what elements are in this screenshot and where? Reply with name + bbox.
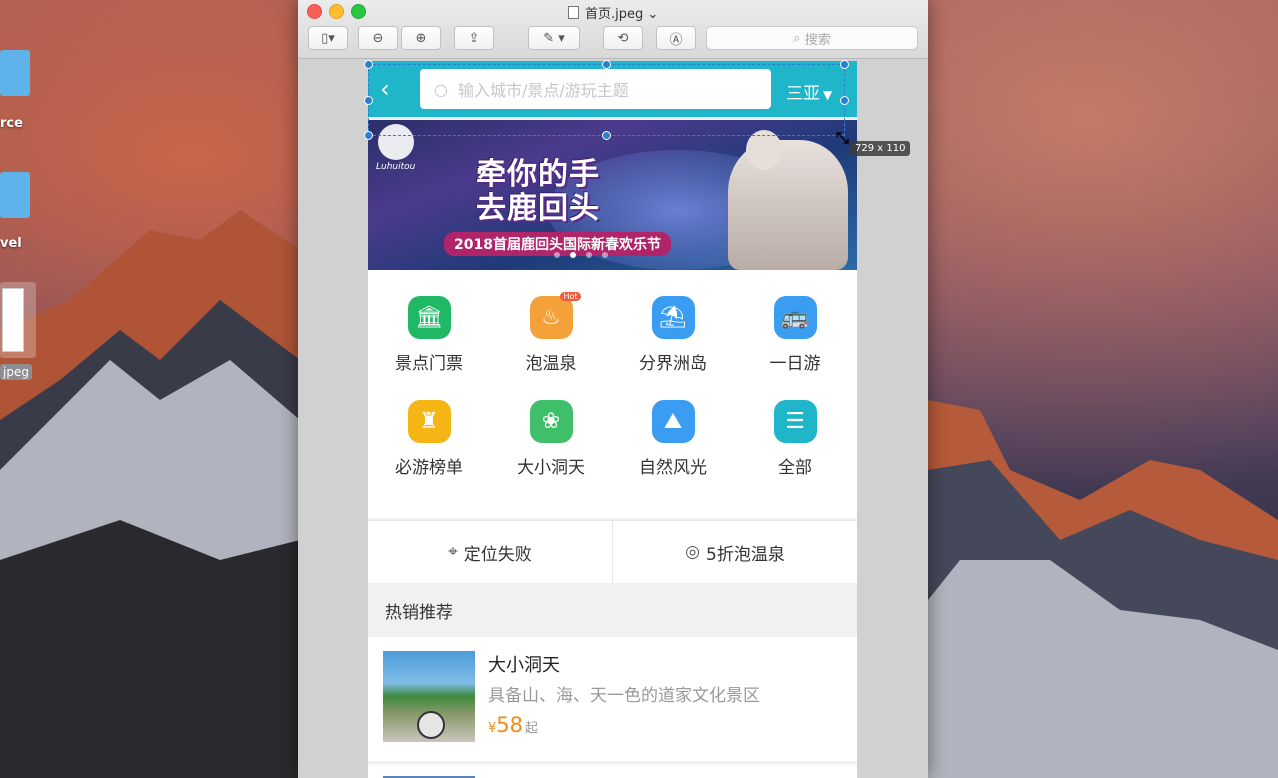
menu-icon: ☰: [773, 400, 817, 443]
location-pin-icon: ⌖: [448, 542, 458, 562]
search-icon: ○: [434, 79, 448, 99]
location-button[interactable]: ⌖ 定位失败: [368, 521, 612, 583]
brand-logo-text: Luhuitou: [376, 162, 416, 172]
chevron-down-icon: ⌄: [647, 7, 659, 22]
image-file-icon[interactable]: [0, 282, 36, 358]
window-search-placeholder: 搜索: [804, 32, 831, 48]
category-label: 自然风光: [639, 458, 707, 478]
resize-cursor-icon: ⤡: [836, 128, 849, 147]
category-label: 分界洲岛: [639, 354, 707, 374]
price-suffix: 起: [525, 721, 539, 736]
close-button[interactable]: [307, 4, 322, 19]
image-canvas: ‹ ○ 输入城市/景点/游玩主题 三亚 ▼ Luhuitou 牵你的手 去鹿回头 2…: [298, 59, 928, 778]
category-must-visit[interactable]: ♜ 必游榜单: [368, 400, 490, 478]
titlebar: 首页.jpeg ⌄ ▯▾ ⊖ ⊕ ⇪ ✎ ▾ ⟲ Ⓐ ⌕ 搜索: [298, 0, 928, 59]
folder-icon[interactable]: [0, 172, 30, 218]
section-title: 热销推荐: [385, 603, 453, 623]
hot-badge: Hot: [560, 292, 581, 301]
minimize-button[interactable]: [329, 4, 344, 19]
markup-pen-button[interactable]: ✎ ▾: [528, 26, 580, 50]
pen-icon: ✎ ▾: [543, 30, 565, 46]
carousel-dot[interactable]: [570, 252, 576, 258]
promo-label: 5折泡温泉: [706, 544, 785, 565]
category-island[interactable]: ⛱ 分界洲岛: [612, 296, 734, 374]
carousel-dot[interactable]: [586, 252, 592, 258]
museum-icon: 🏛: [407, 296, 451, 339]
share-button[interactable]: ⇪: [454, 26, 494, 50]
zoom-button[interactable]: [351, 4, 366, 19]
desktop-label: rce: [0, 116, 23, 131]
category-label: 景点门票: [395, 354, 463, 374]
banner-title: 牵你的手 去鹿回头: [476, 158, 600, 226]
app-search-input[interactable]: ○ 输入城市/景点/游玩主题: [420, 69, 771, 109]
category-label: 一日游: [769, 354, 821, 374]
statue-graphic: [728, 140, 848, 270]
list-item[interactable]: [368, 763, 857, 778]
app-search-placeholder: 输入城市/景点/游玩主题: [457, 81, 629, 100]
category-hot-spring[interactable]: ♨ Hot 泡温泉: [490, 292, 612, 374]
city-selector[interactable]: 三亚 ▼: [786, 79, 832, 104]
item-name: 大小洞天: [488, 655, 560, 676]
window-title-text: 首页.jpeg: [585, 7, 644, 22]
mountain-icon: ⛰: [651, 400, 695, 443]
category-daxiao-dongtian[interactable]: ❀ 大小洞天: [490, 400, 612, 478]
banner-title-line-1: 牵你的手: [476, 157, 600, 192]
item-description: 具备山、海、天一色的道家文化景区: [488, 686, 760, 706]
zoom-in-icon: ⊕: [415, 30, 427, 46]
price-value: 58: [496, 713, 524, 737]
window-title[interactable]: 首页.jpeg ⌄: [568, 3, 658, 22]
app-header: ‹ ○ 输入城市/景点/游玩主题 三亚 ▼: [368, 61, 857, 117]
category-all[interactable]: ☰ 全部: [734, 400, 856, 478]
category-scenery[interactable]: ⛰ 自然风光: [612, 400, 734, 478]
item-thumbnail: [383, 651, 475, 742]
category-label: 大小洞天: [517, 458, 585, 478]
markup-icon: Ⓐ: [669, 32, 683, 48]
search-icon: ⌕: [793, 30, 805, 46]
sidebar-icon: ▯▾: [321, 30, 335, 46]
back-arrow-icon[interactable]: ‹: [380, 77, 390, 101]
globe-icon: ◎: [685, 542, 700, 562]
banner-title-line-2: 去鹿回头: [476, 191, 600, 226]
location-label: 定位失败: [463, 544, 532, 565]
category-label: 全部: [778, 458, 812, 478]
sidebar-toggle-button[interactable]: ▯▾: [308, 26, 348, 50]
share-icon: ⇪: [468, 30, 480, 46]
category-label: 必游榜单: [395, 458, 463, 478]
zoom-out-icon: ⊖: [372, 30, 384, 46]
category-tickets[interactable]: 🏛 景点门票: [368, 296, 490, 374]
hot-spring-icon: ♨ Hot: [529, 292, 581, 339]
markup-button[interactable]: Ⓐ: [656, 26, 696, 50]
category-grid: 🏛 景点门票 ♨ Hot 泡温泉 ⛱ 分界洲岛 🚌 一日游 ♜ 必游榜单 ❀ 大…: [368, 270, 857, 518]
carousel-dot[interactable]: [554, 252, 560, 258]
rotate-button[interactable]: ⟲: [603, 26, 643, 50]
file-icon: [568, 6, 579, 19]
island-icon: ⛱: [651, 296, 695, 339]
category-day-tour[interactable]: 🚌 一日游: [734, 296, 856, 374]
category-label: 泡温泉: [525, 354, 577, 374]
quick-links-bar: ⌖ 定位失败 ◎ 5折泡温泉: [368, 520, 857, 583]
city-label: 三亚: [786, 84, 820, 104]
rotate-icon: ⟲: [617, 30, 629, 46]
tree-icon: ❀: [529, 400, 573, 443]
promo-banner[interactable]: Luhuitou 牵你的手 去鹿回头 2018首届鹿回头国际新春欢乐节: [368, 120, 857, 270]
list-item[interactable]: 大小洞天 具备山、海、天一色的道家文化景区 ¥58 起: [368, 637, 857, 761]
folder-icon[interactable]: [0, 50, 30, 96]
item-price: ¥58 起: [488, 713, 538, 737]
desktop-label: vel: [0, 236, 22, 251]
desktop-file-label: jpeg: [0, 364, 32, 380]
castle-icon: ♜: [407, 400, 451, 443]
carousel-dots[interactable]: [554, 252, 608, 258]
carousel-dot[interactable]: [602, 252, 608, 258]
selection-size-tooltip: 729 x 110: [850, 141, 911, 156]
window-search-field[interactable]: ⌕ 搜索: [706, 26, 918, 50]
bus-icon: 🚌: [773, 296, 817, 339]
promo-link[interactable]: ◎ 5折泡温泉: [613, 521, 857, 583]
zoom-out-button[interactable]: ⊖: [358, 26, 398, 50]
app-screenshot: ‹ ○ 输入城市/景点/游玩主题 三亚 ▼ Luhuitou 牵你的手 去鹿回头 2…: [368, 61, 857, 778]
preview-window: 首页.jpeg ⌄ ▯▾ ⊖ ⊕ ⇪ ✎ ▾ ⟲ Ⓐ ⌕ 搜索 ‹ ○ 输入城市…: [298, 0, 928, 778]
zoom-in-button[interactable]: ⊕: [401, 26, 441, 50]
caret-down-icon: ▼: [823, 88, 833, 102]
brand-logo: [378, 124, 414, 160]
